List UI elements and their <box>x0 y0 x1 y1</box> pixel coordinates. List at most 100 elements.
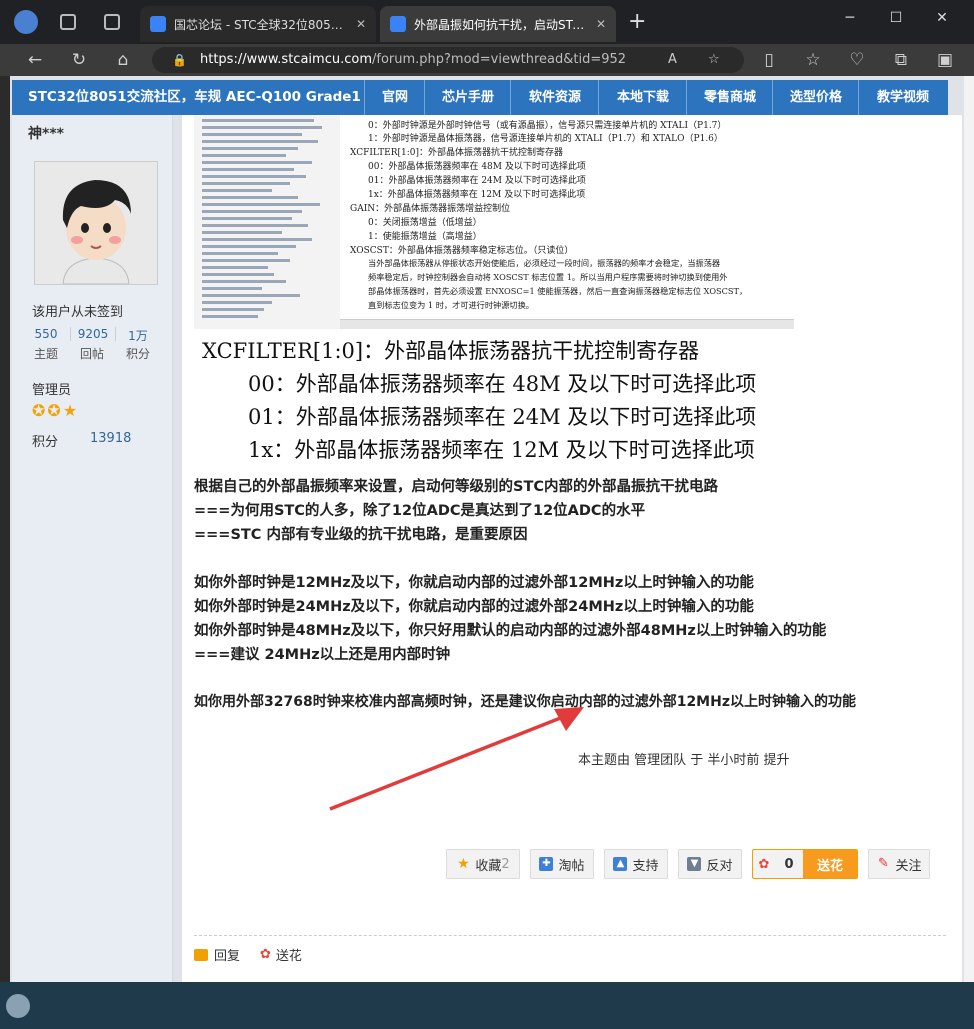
doc-zoom-title: XCFILTER[1:0]：外部晶体振荡器抗干扰控制寄存器 <box>202 339 700 363</box>
maximize-button[interactable]: ☐ <box>874 6 918 30</box>
rank-stars-icon: ✪✪★ <box>32 401 80 420</box>
collections-icon[interactable] <box>60 14 76 30</box>
nav-item[interactable]: 选型价格 <box>772 80 859 115</box>
stat-topics-label: 主题 <box>33 347 58 361</box>
profile-avatar-icon[interactable] <box>14 10 38 34</box>
stat-topics-value[interactable]: 550 <box>24 327 68 341</box>
doc-line: 频率稳定后，时钟控制器会自动将 XOSCST 标志位置 1。所以当用户程序需要将… <box>368 272 728 282</box>
post-paragraph: ===建议 24MHz以上还是用内部时钟 <box>194 647 451 663</box>
flower-icon: ✿ <box>260 947 271 962</box>
close-tab-icon[interactable]: ✕ <box>356 17 366 31</box>
nav-item[interactable]: 教学视频 <box>858 80 947 115</box>
tao-icon: ✚ <box>539 857 554 871</box>
lock-icon: 🔒 <box>172 53 187 67</box>
background-window-edge <box>964 76 974 982</box>
refresh-button[interactable]: ↻ <box>66 48 92 72</box>
favorite-star-icon[interactable]: ☆ <box>708 47 720 73</box>
follow-button[interactable]: ✎ 关注 <box>868 849 930 879</box>
doc-line: 1x：外部晶体振荡器频率在 12M 及以下时可选择此项 <box>368 190 586 200</box>
thumbs-down-icon: ▼ <box>687 857 702 871</box>
tab-forum[interactable]: 国芯论坛 - STC全球32位8051爱好者互助交流社区 ✕ <box>140 6 376 42</box>
site-favicon-icon <box>390 16 406 32</box>
oppose-button[interactable]: ▼ 反对 <box>678 849 742 879</box>
taskbar-app-icon[interactable] <box>6 994 30 1018</box>
pdf-outline-panel <box>194 115 340 329</box>
sign-status: 该用户从未签到 <box>32 305 124 320</box>
stat-points-label: 积分 <box>125 347 150 361</box>
doc-line: GAIN：外部晶体振荡器振荡增益控制位 <box>350 204 511 214</box>
follow-label: 关注 <box>895 858 922 874</box>
page-viewport: STC32位8051交流社区，车规 AEC-Q100 Grade1 官网 芯片手… <box>10 76 964 982</box>
post-paragraph: 如你外部时钟是24MHz及以下，你就启动内部的过滤外部24MHz以上时钟输入的功… <box>194 599 754 615</box>
browser-essentials-icon[interactable]: ♡ <box>844 48 870 72</box>
send-flower-link[interactable]: ✿ 送花 <box>260 945 302 964</box>
post-content: 0：外部时钟源是外部时钟信号（或有源晶振），信号源只需连接单片机的 XTALI（… <box>182 115 962 982</box>
tao-button[interactable]: ✚ 淘帖 <box>530 849 594 879</box>
doc-line: 00：外部晶体振荡器频率在 48M 及以下时可选择此项 <box>368 162 586 172</box>
promote-note: 本主题由 管理团队 于 半小时前 提升 <box>578 753 790 768</box>
oppose-label: 反对 <box>706 858 733 874</box>
stat-posts-label: 回帖 <box>79 347 104 361</box>
avatar[interactable] <box>34 161 158 285</box>
favorites-icon[interactable]: ☆ <box>800 48 826 72</box>
nav-item[interactable]: 本地下载 <box>598 80 687 115</box>
favorite-button[interactable]: ★ 收藏 2 <box>446 849 520 879</box>
minimize-button[interactable]: ─ <box>828 6 872 30</box>
back-button[interactable]: ← <box>22 48 48 72</box>
browser-tab-strip: 国芯论坛 - STC全球32位8051爱好者互助交流社区 ✕ 外部晶振如何抗干扰… <box>0 0 974 44</box>
read-aloud-icon[interactable]: A <box>668 47 677 73</box>
author-name[interactable]: 神*** <box>28 123 64 143</box>
sidebar-icon[interactable]: ▣ <box>932 48 958 72</box>
address-bar[interactable]: 🔒 https://www.stcaimcu.com/forum.php?mod… <box>152 47 744 73</box>
doc-line: 当外部晶体振荡器从停振状态开始使能后，必须经过一段时间，振荡器的频率才会稳定，当… <box>368 258 721 268</box>
doc-line: 0：外部时钟源是外部时钟信号（或有源晶振），信号源只需连接单片机的 XTALI（… <box>368 121 727 131</box>
red-arrow-annotation <box>329 707 584 811</box>
extensions-icon[interactable]: ⧉ <box>888 48 914 72</box>
pdf-page-toolbar <box>340 319 794 329</box>
new-tab-button[interactable]: + <box>628 9 646 34</box>
doc-line: XCFILTER[1:0]：外部晶体振荡器抗干扰控制寄存器 <box>350 148 564 158</box>
split-screen-icon[interactable]: ▯ <box>756 48 782 72</box>
send-flower-label: 送花 <box>275 949 302 964</box>
tab-title: 外部晶振如何抗干扰，启动STC内部的外部晶振抗干扰电路 <box>414 17 588 32</box>
site-name[interactable]: STC32位8051交流社区，车规 AEC-Q100 Grade1 <box>28 80 361 115</box>
site-favicon-icon <box>150 16 166 32</box>
url-path: /forum.php?mod=viewthread&tid=952 <box>371 52 627 67</box>
favorite-label: 收藏 <box>475 858 502 874</box>
user-role[interactable]: 管理员 <box>32 379 71 398</box>
tab-actions-icon[interactable] <box>104 14 120 30</box>
reply-link[interactable]: 回复 <box>194 945 240 964</box>
close-window-button[interactable]: ✕ <box>920 6 964 30</box>
embedded-screenshot[interactable]: 0：外部时钟源是外部时钟信号（或有源晶振），信号源只需连接单片机的 XTALI（… <box>194 115 794 329</box>
avatar-image <box>35 162 157 285</box>
stat-points-value[interactable]: 1万 <box>116 327 160 344</box>
post-paragraph: ===STC 内部有专业级的抗干扰电路，是重要原因 <box>194 527 528 543</box>
nav-item[interactable]: 软件资源 <box>510 80 599 115</box>
home-button[interactable]: ⌂ <box>110 48 136 72</box>
points-value: 13918 <box>90 431 132 446</box>
tab-thread[interactable]: 外部晶振如何抗干扰，启动STC内部的外部晶振抗干扰电路 ✕ <box>380 6 616 42</box>
support-label: 支持 <box>632 858 659 874</box>
doc-zoom-line: 00：外部晶体振荡器频率在 48M 及以下时可选择此项 <box>248 372 757 396</box>
nav-item[interactable]: 芯片手册 <box>424 80 511 115</box>
doc-zoom-line: 01：外部晶体振荡器频率在 24M 及以下时可选择此项 <box>248 405 757 429</box>
post-paragraph: 如你外部时钟是48MHz及以下，你只好用默认的启动内部的过滤外部48MHz以上时… <box>194 623 827 639</box>
close-tab-icon[interactable]: ✕ <box>596 17 606 31</box>
reply-label: 回复 <box>214 949 241 964</box>
author-profile: 神*** 该用户从未签到 550 主题 9205 回帖 1万 积分 管理员 ✪✪… <box>12 115 173 982</box>
pdf-page: 0：外部时钟源是外部时钟信号（或有源晶振），信号源只需连接单片机的 XTALI（… <box>340 115 794 319</box>
doc-line: 1：使能振荡增益（高增益） <box>368 232 482 242</box>
tao-label: 淘帖 <box>558 858 585 874</box>
nav-item[interactable]: 官网 <box>364 80 425 115</box>
nav-item[interactable]: 零售商城 <box>686 80 773 115</box>
doc-line: 01：外部晶体振荡器频率在 24M 及以下时可选择此项 <box>368 176 586 186</box>
support-button[interactable]: ▲ 支持 <box>604 849 668 879</box>
doc-line: 0：关闭振荡增益（低增益） <box>368 218 482 228</box>
divider <box>194 935 946 936</box>
send-flower-label: 送花 <box>803 850 857 878</box>
send-flower-button[interactable]: ✿ 0 送花 <box>752 849 858 879</box>
favorite-count: 2 <box>501 856 510 872</box>
tab-title: 国芯论坛 - STC全球32位8051爱好者互助交流社区 <box>174 17 348 32</box>
post-paragraph: 根据自己的外部晶振频率来设置，启动何等级别的STC内部的外部晶振抗干扰电路 <box>194 479 718 495</box>
stat-posts-value[interactable]: 9205 <box>70 327 116 341</box>
